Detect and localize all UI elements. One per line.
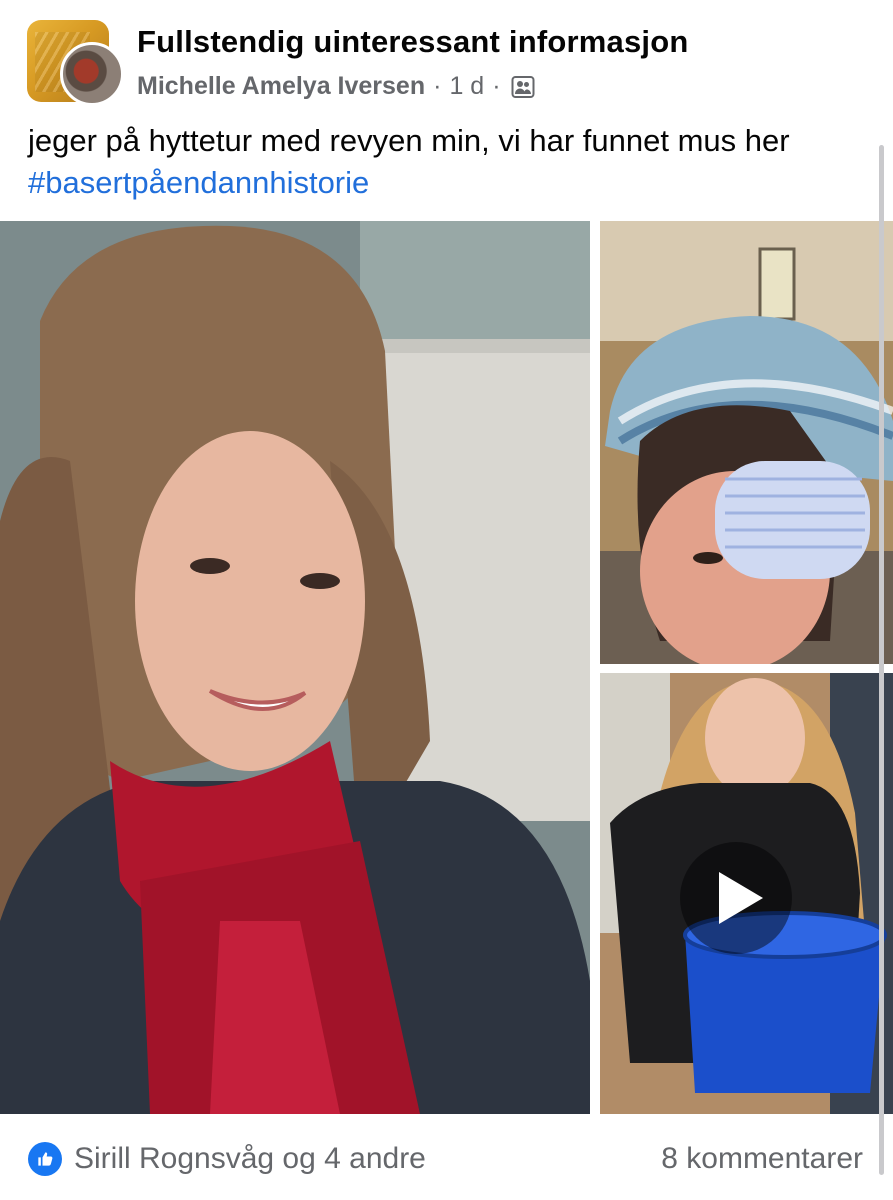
post-meta: Michelle Amelya Iversen · 1 d · bbox=[137, 72, 535, 101]
post-footer: Sirill Rognsvåg og 4 andre 8 kommentarer bbox=[0, 1114, 893, 1200]
separator-dot: · bbox=[433, 72, 442, 100]
post-photo-hat[interactable] bbox=[600, 221, 893, 664]
post-body: jeger på hyttetur med revyen min, vi har… bbox=[28, 123, 790, 158]
comments-count[interactable]: 8 kommentarer bbox=[661, 1142, 863, 1176]
reactions-summary[interactable]: Sirill Rognsvåg og 4 andre bbox=[74, 1142, 426, 1176]
post-time[interactable]: 1 d bbox=[449, 72, 484, 101]
author-avatar[interactable] bbox=[60, 42, 124, 106]
selfie-illustration bbox=[0, 221, 590, 1114]
scrollbar[interactable] bbox=[879, 145, 884, 1175]
hat-photo-illustration bbox=[600, 221, 893, 664]
group-members-icon bbox=[511, 75, 535, 99]
video-play-button[interactable] bbox=[680, 842, 792, 954]
post-photo-selfie[interactable] bbox=[0, 221, 590, 1114]
separator-dot: · bbox=[492, 72, 501, 100]
hashtag-link[interactable]: #basertpåendannhistorie bbox=[28, 165, 369, 200]
author-name[interactable]: Michelle Amelya Iversen bbox=[137, 72, 425, 101]
group-name[interactable]: Fullstendig uinteressant informasjon bbox=[137, 24, 689, 60]
post-text: jeger på hyttetur med revyen min, vi har… bbox=[28, 120, 858, 204]
like-reaction-icon[interactable] bbox=[28, 1142, 62, 1176]
post-header: Fullstendig uinteressant informasjon Mic… bbox=[0, 0, 893, 120]
play-icon bbox=[719, 872, 763, 924]
